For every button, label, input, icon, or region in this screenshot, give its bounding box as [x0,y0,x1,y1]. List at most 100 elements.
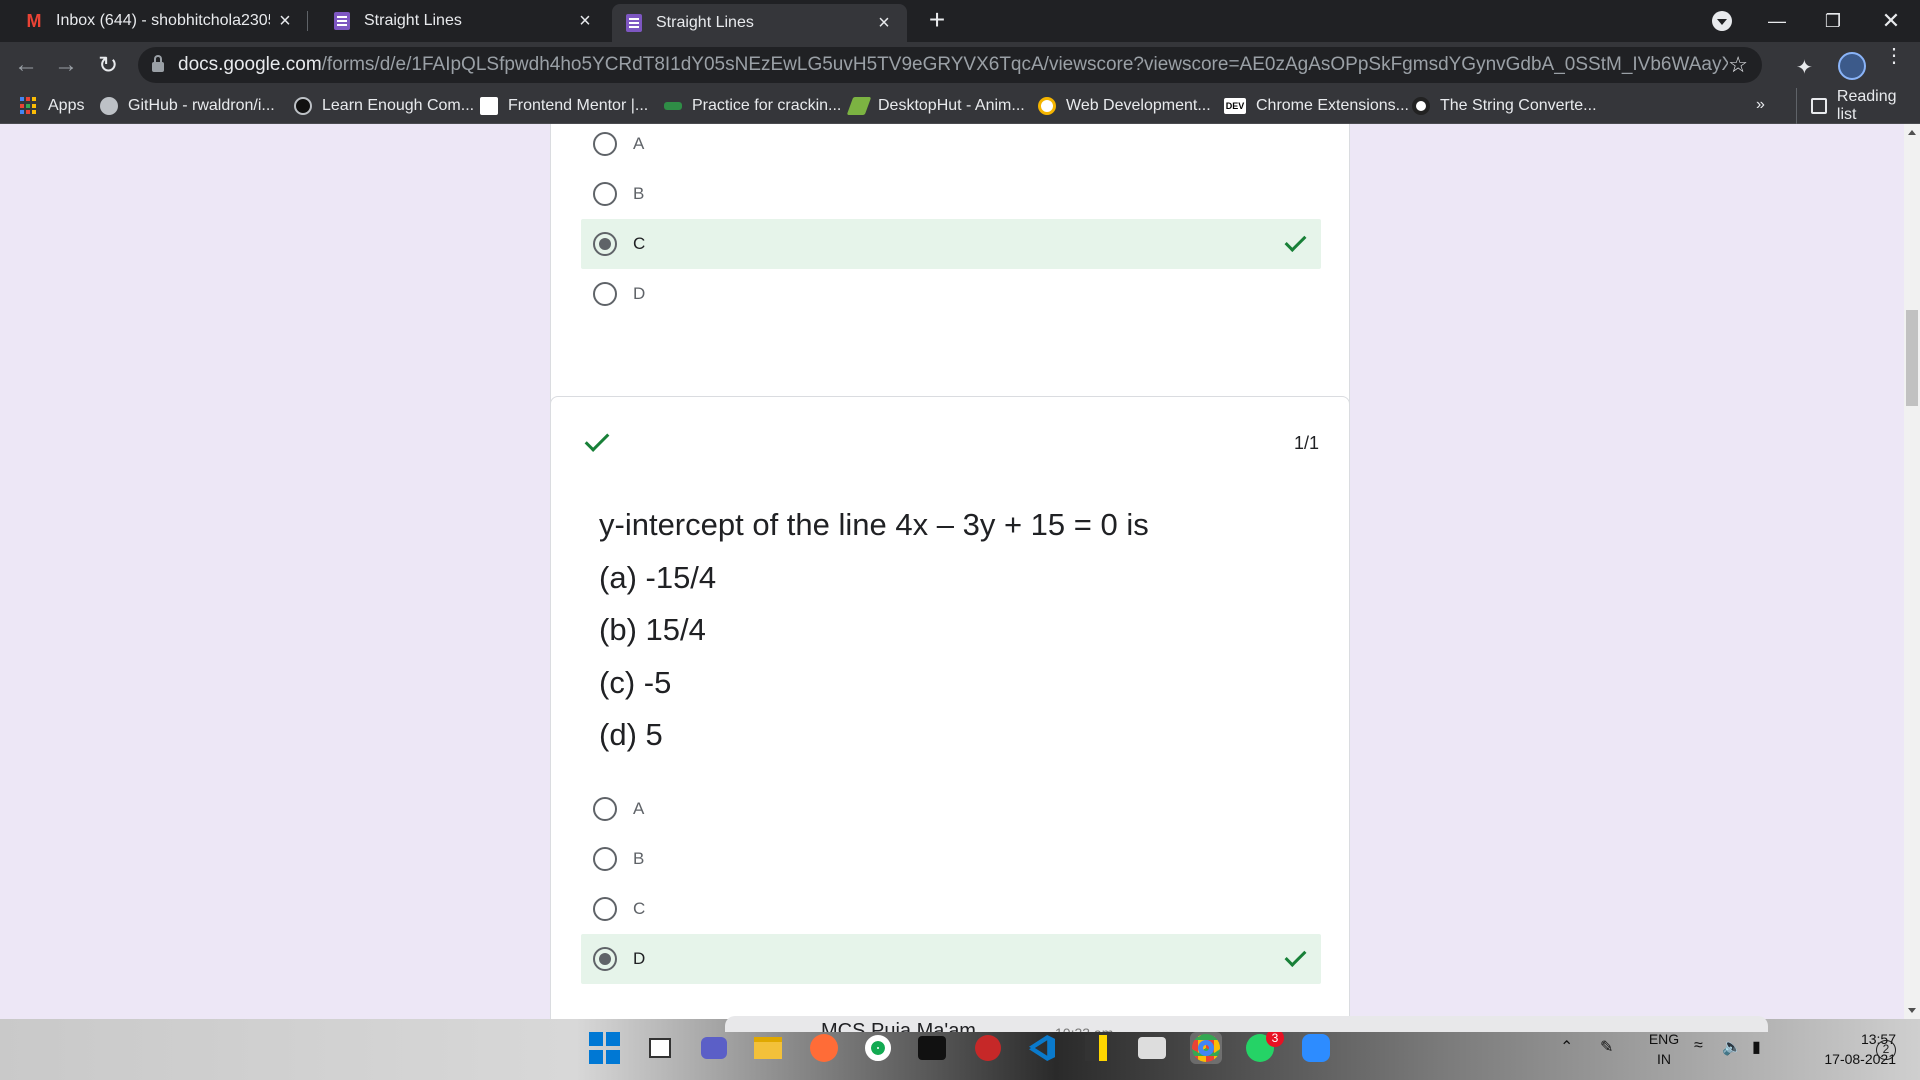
question-text: y-intercept of the line 4x – 3y + 15 = 0… [599,499,1149,762]
postman-icon[interactable] [808,1032,840,1064]
vscode-icon[interactable] [1026,1032,1058,1064]
region-code: IN [1657,1051,1671,1067]
option-c-correct[interactable]: C [581,219,1321,269]
reading-list-button[interactable]: Reading list [1796,88,1920,124]
radio-button[interactable] [593,132,617,156]
close-tab-icon[interactable]: × [570,10,600,33]
wifi-icon[interactable]: ≈ [1694,1037,1703,1055]
radio-button[interactable] [593,182,617,206]
bookmark-apps[interactable]: Apps [20,88,84,124]
tab-title: Straight Lines [656,14,754,31]
option-b[interactable]: B [581,169,1321,219]
bookmark-label: Frontend Mentor |... [508,97,649,114]
correct-check-icon [1283,947,1307,971]
radio-button-selected[interactable] [593,947,617,971]
start-windows-icon[interactable] [588,1032,620,1064]
option-label: C [633,234,646,253]
url-host: docs.google.com [178,54,322,75]
bookmark-label: Chrome Extensions... [1256,97,1409,114]
battery-icon[interactable]: ▮ [1752,1037,1761,1057]
option-c[interactable]: C [581,884,1321,934]
address-bar[interactable]: docs.google.com/forms/d/e/1FAIpQLSfpwdh4… [138,47,1762,83]
tab-gmail-inbox[interactable]: M Inbox (644) - shobhitchola2305@ × [0,0,308,42]
scroll-thumb[interactable] [1906,310,1918,406]
option-label: A [633,134,645,153]
question-line: (b) 15/4 [599,612,706,647]
restore-icon[interactable]: ❐ [1810,0,1856,42]
minimize-icon[interactable]: — [1754,0,1800,42]
scroll-down-arrow-icon[interactable] [1908,1008,1916,1013]
bookmark-chrome-extensions[interactable]: DEV Chrome Extensions... [1224,88,1409,124]
search-taskview-icon[interactable] [644,1032,676,1064]
file-explorer-icon[interactable] [752,1032,784,1064]
bookmark-star-icon[interactable]: ☆ [1728,52,1748,78]
option-label: B [633,849,645,868]
sticky-notes-icon[interactable] [1080,1032,1112,1064]
option-b[interactable]: B [581,834,1321,884]
bookmark-web-development[interactable]: Web Development... [1038,88,1211,124]
browser-toolbar: ← → ↻ docs.google.com/forms/d/e/1FAIpQLS… [0,42,1920,88]
extensions-puzzle-icon[interactable]: ✦ [1796,55,1813,80]
notification-time: 10:33 am [1055,1018,1113,1032]
notification-toast[interactable]: MCS Puja Ma'am 10:33 am [725,1016,1768,1032]
bookmark-practice[interactable]: Practice for crackin... [664,88,841,124]
option-label: B [633,184,645,203]
pen-settings-icon[interactable]: ✎ [1600,1037,1613,1057]
page-scrollbar[interactable] [1904,124,1920,1019]
radio-button[interactable] [593,897,617,921]
bookmark-github[interactable]: GitHub - rwaldron/i... [100,88,275,124]
option-a[interactable]: A [581,784,1321,834]
geeksforgeeks-icon [664,102,682,110]
volume-icon[interactable]: 🔈 [1722,1037,1742,1057]
bookmarks-overflow-button[interactable]: » [1756,96,1765,114]
option-a[interactable]: A [581,124,1321,169]
bookmark-learn-enough[interactable]: Learn Enough Com... [294,88,474,124]
correct-check-icon [1283,232,1307,256]
scroll-up-arrow-icon[interactable] [1908,130,1916,135]
bookmark-string-converter[interactable]: The String Converte... [1412,88,1597,124]
tab-title: Inbox (644) - shobhitchola2305@ [56,12,270,29]
terminal-icon[interactable] [916,1032,948,1064]
url-path: /forms/d/e/1FAIpQLSfpwdh4ho5YCRdT8I1dY05… [321,54,1729,75]
back-icon[interactable]: ← [10,49,42,81]
radio-button[interactable] [593,847,617,871]
question-card: 1/1 y-intercept of the line 4x – 3y + 15… [550,396,1350,1019]
close-tab-icon[interactable]: × [869,12,899,35]
close-tab-icon[interactable]: × [270,10,300,33]
notification-center-icon[interactable]: 2 [1876,1040,1896,1060]
lock-icon[interactable] [152,55,164,72]
radio-button-selected[interactable] [593,232,617,256]
profile-avatar[interactable] [1838,52,1866,80]
tab-search-icon[interactable] [1712,11,1732,31]
camera-app-icon[interactable] [1136,1032,1168,1064]
chrome-icon[interactable] [1190,1032,1222,1064]
question-line: (c) -5 [599,664,672,700]
option-d-correct[interactable]: D [581,934,1321,984]
bookmark-label: Web Development... [1066,97,1211,114]
bookmark-desktophut[interactable]: DesktopHut - Anim... [846,88,1025,124]
radio-button[interactable] [593,282,617,306]
tab-straight-lines[interactable]: Straight Lines × [308,0,608,42]
tab-straight-lines-active[interactable]: Straight Lines × [612,4,907,42]
bookmark-frontend-mentor[interactable]: Frontend Mentor |... [480,88,648,124]
apps-grid-icon [20,97,38,115]
radio-button[interactable] [593,797,617,821]
question-score: 1/1 [1293,433,1319,453]
input-language-indicator[interactable]: ENG IN [1644,1029,1684,1069]
new-tab-button[interactable]: + [920,4,954,36]
reading-list-icon [1811,98,1827,114]
bookmark-label: Learn Enough Com... [322,97,475,114]
close-window-icon[interactable]: ✕ [1868,0,1914,42]
bookmark-label: The String Converte... [1440,97,1597,114]
mongodb-icon[interactable] [862,1032,894,1064]
web-dev-icon [1038,97,1056,115]
teams-chat-icon[interactable] [698,1032,730,1064]
url-text[interactable]: docs.google.com/forms/d/e/1FAIpQLSfpwdh4… [178,54,1728,76]
git-gui-icon[interactable] [972,1032,1004,1064]
forward-icon[interactable]: → [50,49,82,81]
option-d[interactable]: D [581,269,1321,319]
show-hidden-icons-chevron-icon[interactable]: ⌃ [1560,1037,1573,1057]
zoom-icon[interactable] [1300,1032,1332,1064]
menu-dots-icon[interactable]: ⋮ [1884,46,1904,66]
reload-icon[interactable]: ↻ [92,49,124,81]
